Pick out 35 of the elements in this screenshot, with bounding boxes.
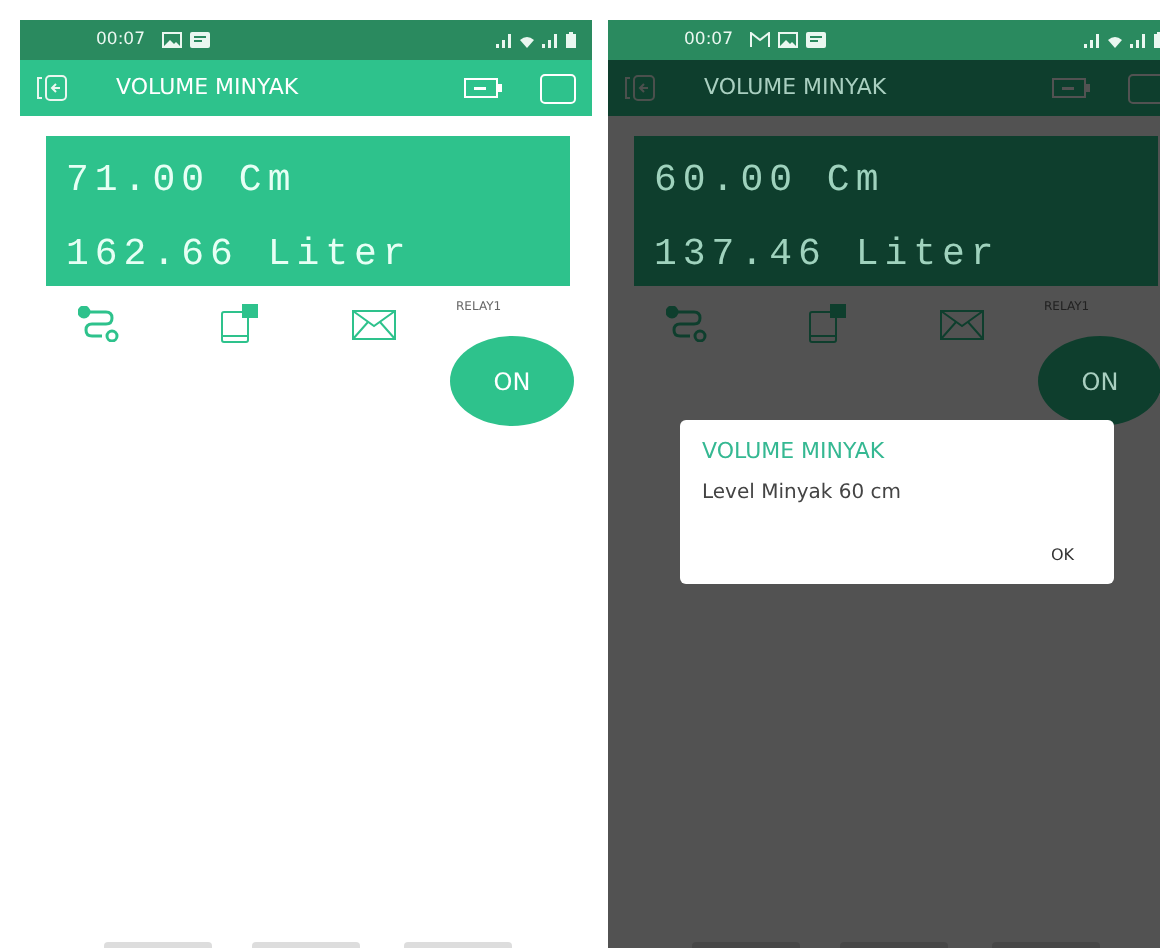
mail-icon[interactable] bbox=[940, 310, 984, 340]
wifi-icon bbox=[520, 33, 534, 47]
app-title: VOLUME MINYAK bbox=[116, 71, 301, 104]
app-title: VOLUME MINYAK bbox=[704, 71, 889, 104]
exit-icon[interactable] bbox=[36, 74, 68, 102]
square-icon[interactable] bbox=[540, 73, 576, 103]
route-icon[interactable] bbox=[666, 306, 710, 342]
picture-icon bbox=[777, 32, 797, 48]
display-text: 60.00 Cm bbox=[654, 156, 887, 206]
signal-icon bbox=[542, 33, 558, 47]
battery-icon[interactable] bbox=[464, 76, 504, 100]
phone-notification-icon[interactable] bbox=[808, 304, 848, 344]
signal-icon bbox=[496, 33, 512, 47]
display-text: 162.66 Liter bbox=[66, 229, 414, 279]
signal-icon bbox=[1084, 33, 1100, 47]
message-icon bbox=[189, 32, 209, 48]
display-text: 137.46 Liter bbox=[654, 229, 1002, 279]
exit-icon[interactable] bbox=[624, 74, 656, 102]
wifi-icon bbox=[1108, 33, 1122, 47]
signal-icon bbox=[1130, 33, 1146, 47]
on-button[interactable]: ON bbox=[1038, 336, 1160, 426]
route-icon[interactable] bbox=[78, 306, 122, 342]
battery-icon bbox=[566, 32, 576, 48]
mail-icon[interactable] bbox=[352, 310, 396, 340]
phone-notification-icon[interactable] bbox=[220, 304, 260, 344]
status-time: 00:07 bbox=[96, 27, 145, 53]
status-time: 00:07 bbox=[684, 27, 733, 53]
message-icon bbox=[805, 32, 825, 48]
picture-icon bbox=[161, 32, 181, 48]
dialog-message: Level Minyak 60 cm bbox=[702, 479, 903, 507]
dialog-title: VOLUME MINYAK bbox=[702, 436, 887, 468]
ok-button[interactable]: OK bbox=[1046, 540, 1078, 572]
display-text: 71.00 Cm bbox=[66, 156, 299, 206]
mail-icon bbox=[749, 32, 769, 48]
battery-icon[interactable] bbox=[1052, 76, 1092, 100]
